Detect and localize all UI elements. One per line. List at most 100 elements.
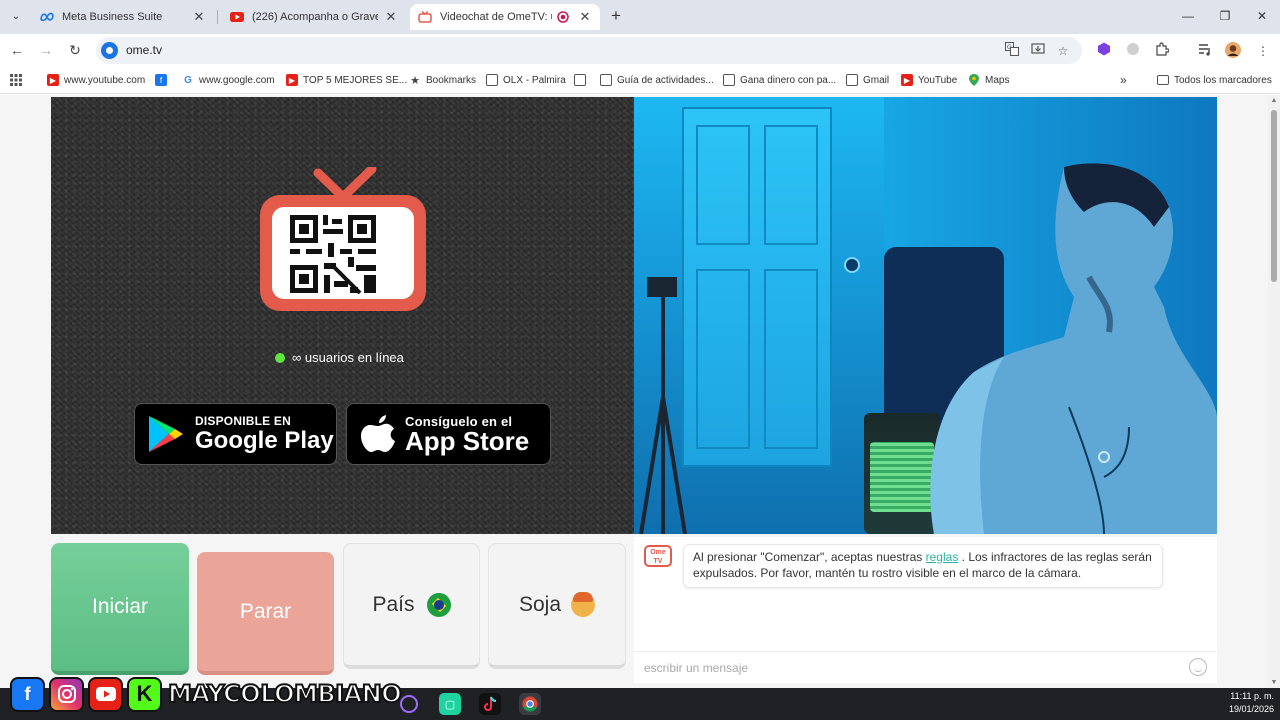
bookmark-olx[interactable]: OLX - Palmira [486, 72, 566, 88]
bookmark-label: TOP 5 MEJORES SE... [303, 74, 408, 86]
person-emoji-icon [571, 591, 596, 617]
ometv-page: ∞ usuarios en línea DISPONIBLE EN Google… [0, 95, 1280, 688]
extension-purple-icon[interactable] [1095, 42, 1113, 60]
globe-icon [574, 74, 586, 86]
clock-date: 19/01/2026 [1228, 704, 1274, 714]
tab-ometv[interactable]: Videochat de OmeTV: una ✕ [410, 4, 600, 30]
scroll-down-arrow-icon[interactable]: ▼ [1270, 679, 1278, 686]
stop-button[interactable]: Parar [197, 552, 334, 675]
system-message-text-before: Al presionar "Comenzar", aceptas nuestra… [693, 550, 926, 564]
bookmark-youtube[interactable]: ▶ YouTube [901, 72, 957, 88]
chat-panel: Ome TV Al presionar "Comenzar", aceptas … [634, 537, 1217, 683]
taskbar-tiktok-icon[interactable] [479, 693, 501, 715]
emoji-smile-icon[interactable] [1189, 658, 1207, 676]
address-bar[interactable]: ome.tv G ☆ [96, 37, 1082, 64]
page-scrollbar[interactable]: ▲ ▼ [1268, 95, 1280, 688]
scrollbar-thumb[interactable] [1271, 110, 1277, 282]
chat-logo-text: Ome TV [650, 549, 666, 565]
extensions-puzzle-icon[interactable] [1153, 42, 1171, 60]
ometv-icon [418, 10, 432, 24]
system-clock[interactable]: 11:11 p. m. 19/01/2026 [1229, 690, 1274, 716]
bookmark-label: www.youtube.com [64, 74, 146, 86]
window-close-icon[interactable]: ✕ [1249, 6, 1275, 26]
bookmark-guia[interactable]: Guía de actividades... [600, 72, 714, 88]
bookmark-gana-dinero[interactable]: Gana dinero con pa... [723, 72, 836, 88]
bookmark-top5[interactable]: ▶ TOP 5 MEJORES SE... [286, 72, 407, 88]
bookmarks-bar: ▶ www.youtube.com f Gwww.google.com ▶ TOP … [0, 66, 1280, 94]
gender-label: Soja [518, 592, 562, 616]
system-message: Al presionar "Comenzar", aceptas nuestra… [683, 544, 1163, 588]
tab-close-icon[interactable]: ✕ [192, 9, 206, 25]
bookmark-label: Gmail [863, 74, 890, 86]
back-arrow-icon[interactable]: ← [6, 40, 28, 60]
app-store-line2: App Store [405, 425, 530, 456]
chat-input-bar[interactable]: escribir un mensaje [634, 651, 1217, 683]
online-users-indicator: ∞ usuarios en línea [275, 350, 404, 365]
menu-kebab-icon[interactable]: ⋮ [1254, 42, 1272, 60]
all-bookmarks-label: Todos los marcadores [1174, 74, 1272, 86]
google-play-line2: Google Play [195, 426, 334, 454]
url-text[interactable]: ome.tv [126, 43, 162, 57]
all-bookmarks-button[interactable]: Todos los marcadores [1157, 72, 1272, 88]
chat-input-placeholder[interactable]: escribir un mensaje [644, 661, 748, 675]
streamer-social-overlay: f K MAYCOLOMBIANO [10, 674, 403, 714]
app-store-button[interactable]: Consíguelo en el App Store [346, 403, 551, 465]
gender-selector-button[interactable]: Soja [488, 543, 626, 669]
brazil-flag-icon [426, 592, 451, 617]
partner-video-placeholder: ∞ usuarios en línea DISPONIBLE EN Google… [51, 97, 634, 534]
folder-icon [1157, 75, 1169, 85]
bookmark-folder-bookmarks[interactable]: ★ Bookmarks [409, 72, 476, 88]
tab-close-icon[interactable]: ✕ [384, 9, 398, 25]
taskbar-chrome-icon[interactable] [519, 693, 541, 715]
person-on-camera [930, 163, 1217, 534]
extension-gray-icon[interactable] [1124, 42, 1142, 60]
start-button[interactable]: Iniciar [51, 543, 189, 675]
taskbar-app-green-icon[interactable]: ▢ [439, 693, 461, 715]
google-play-button[interactable]: DISPONIBLE EN Google Play [134, 403, 337, 465]
country-selector-button[interactable]: País [343, 543, 480, 669]
install-app-icon[interactable] [1029, 42, 1047, 60]
site-info-icon[interactable] [101, 42, 118, 59]
bookmark-youtube-com[interactable]: ▶ www.youtube.com [47, 72, 145, 88]
camera-tripod [639, 277, 687, 534]
tab-search-chevron-icon[interactable]: ⌄ [6, 6, 26, 26]
start-label: Iniciar [91, 595, 149, 618]
bookmark-google-com[interactable]: Gwww.google.com [182, 72, 274, 88]
facebook-icon: f [155, 74, 167, 86]
bookmarks-overflow-chevron-icon[interactable]: » [1120, 72, 1127, 88]
youtube-icon [230, 10, 244, 24]
tab-title: (226) Acompanha o Grave - Yo [252, 11, 378, 23]
rules-link[interactable]: reglas [926, 550, 959, 564]
bookmark-label: OLX - Palmira [503, 74, 566, 86]
tab-close-icon[interactable]: ✕ [578, 9, 592, 25]
bookmark-globe[interactable] [574, 72, 591, 88]
globe-icon [600, 74, 612, 86]
maps-pin-icon [968, 74, 980, 86]
tab-separator [217, 10, 218, 24]
minimize-icon[interactable]: — [1175, 6, 1201, 26]
youtube-icon [88, 676, 123, 712]
youtube-icon: ▶ [47, 74, 59, 86]
browser-toolbar: ← → ↻ ome.tv G ☆ ⋮ [0, 34, 1280, 66]
bookmark-maps[interactable]: Maps [968, 72, 1009, 88]
bookmark-facebook[interactable]: f [155, 72, 172, 88]
meta-icon [40, 10, 54, 24]
bookmark-label: Maps [985, 74, 1010, 86]
restore-icon[interactable]: ❐ [1212, 6, 1238, 26]
bookmark-star-icon[interactable]: ☆ [1054, 42, 1072, 60]
tab-youtube[interactable]: (226) Acompanha o Grave - Yo ✕ [222, 4, 406, 30]
apps-grid-icon[interactable] [10, 72, 22, 88]
translate-icon[interactable]: G [1003, 42, 1021, 60]
online-users-text: ∞ usuarios en línea [292, 350, 404, 365]
bookmark-gmail[interactable]: Gmail [846, 72, 889, 88]
scroll-up-arrow-icon[interactable]: ▲ [1270, 97, 1278, 104]
profile-avatar[interactable] [1224, 42, 1242, 60]
reload-icon[interactable]: ↻ [64, 40, 86, 60]
forward-arrow-icon[interactable]: → [35, 40, 57, 60]
facebook-icon: f [10, 676, 45, 712]
new-tab-plus-icon[interactable]: + [606, 6, 626, 26]
media-controls-icon[interactable] [1196, 42, 1214, 60]
star-icon: ★ [410, 74, 420, 87]
taskbar-app-purple-icon[interactable] [400, 695, 418, 713]
tab-meta-business[interactable]: Meta Business Suite ✕ [32, 4, 214, 30]
